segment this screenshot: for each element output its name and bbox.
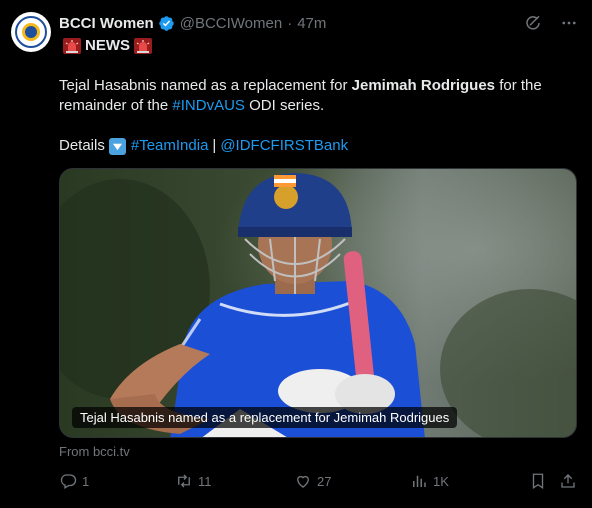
siren-icon: [63, 37, 81, 54]
repost-icon: [178, 474, 190, 488]
repost-button[interactable]: 11: [175, 472, 212, 490]
hashtag-series-link[interactable]: #INDvAUS: [172, 97, 245, 114]
text-bold-name: Jemimah Rodrigues: [351, 77, 496, 94]
bookmark-icon: [532, 473, 544, 490]
text-part3: ODI series.: [244, 97, 325, 114]
repost-count: 11: [198, 473, 212, 489]
reply-button[interactable]: 1: [59, 472, 89, 490]
player-photo: [60, 169, 576, 437]
reply-icon: [60, 474, 77, 489]
bcci-logo-core: [22, 23, 40, 41]
bcci-logo: [15, 16, 47, 48]
more-icon[interactable]: [560, 14, 578, 32]
heart-icon: [297, 475, 309, 488]
share-icon: [561, 474, 575, 488]
mention-link[interactable]: @IDFCFIRSTBank: [220, 136, 348, 156]
bookmark-button[interactable]: [529, 472, 547, 490]
details-line: Details #TeamIndia | @IDFCFIRSTBank: [59, 136, 348, 156]
separator: ·: [287, 14, 293, 32]
text-part1: Tejal Hasabnis named as a replacement fo…: [59, 77, 352, 94]
tweet-text: Tejal Hasabnis named as a replacement fo…: [59, 76, 569, 116]
action-bar: 1 11 27 1K: [59, 472, 577, 494]
views-icon: [413, 475, 426, 487]
media-caption: Tejal Hasabnis named as a replacement fo…: [72, 407, 458, 428]
display-name[interactable]: BCCI Women: [59, 15, 154, 32]
hashtag-team-link[interactable]: #TeamIndia: [131, 136, 209, 156]
top-actions: [524, 14, 578, 32]
tweet-media[interactable]: Tejal Hasabnis named as a replacement fo…: [59, 168, 577, 438]
siren-icon: [134, 37, 152, 54]
pipe-separator: |: [212, 137, 217, 154]
handle[interactable]: @BCCIWomen: [180, 15, 282, 32]
verified-badge-icon: [158, 15, 174, 31]
like-button[interactable]: 27: [294, 472, 331, 490]
views-button[interactable]: 1K: [410, 472, 449, 490]
down-arrow-emoji-icon: [108, 137, 126, 155]
news-line: NEWS: [59, 37, 156, 54]
details-label: Details: [59, 137, 105, 154]
grok-icon[interactable]: [524, 14, 542, 32]
share-button[interactable]: [559, 472, 577, 490]
views-count: 1K: [433, 473, 449, 489]
timestamp[interactable]: 47m: [297, 15, 326, 32]
news-label: NEWS: [85, 37, 130, 54]
avatar[interactable]: [11, 12, 51, 52]
card-source[interactable]: From bcci.tv: [59, 444, 130, 459]
tweet-header: BCCI Women @BCCIWomen · 47m: [59, 13, 326, 33]
reply-count: 1: [82, 473, 90, 489]
like-count: 27: [317, 473, 332, 489]
